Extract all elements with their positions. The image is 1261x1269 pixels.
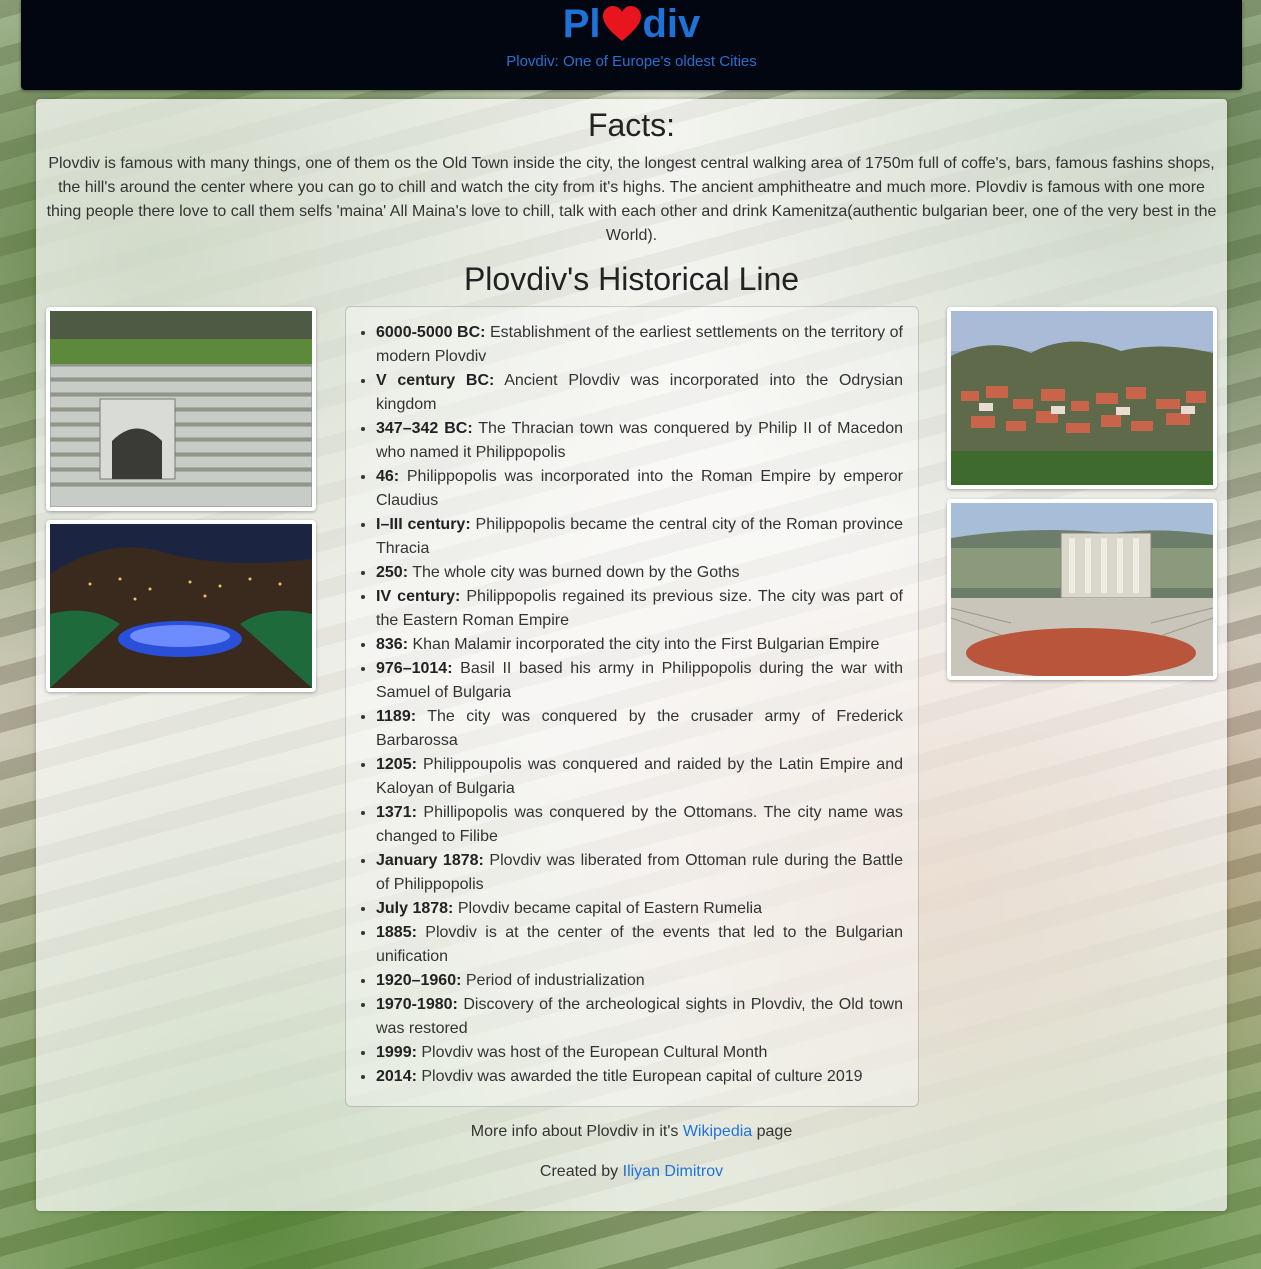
timeline-item: IV century: Philippopolis regained its p… <box>376 585 903 633</box>
timeline-event: Phillipopolis was conquered by the Ottom… <box>376 804 903 845</box>
logo-text-suffix: div <box>642 2 701 46</box>
created-by-line: Created by Iliyan Dimitrov <box>36 1163 1227 1181</box>
timeline-date: 836: <box>376 636 409 653</box>
timeline-event: Plovdiv was host of the European Cultura… <box>416 1044 768 1061</box>
heart-icon <box>602 5 642 43</box>
timeline-item: 250: The whole city was burned down by t… <box>376 561 903 585</box>
timeline-item: 1205: Philippoupolis was conquered and r… <box>376 753 903 801</box>
timeline-event: The whole city was burned down by the Go… <box>408 564 740 581</box>
timeline-item: 1999: Plovdiv was host of the European C… <box>376 1041 903 1065</box>
timeline-event: Plovdiv is at the center of the events t… <box>376 924 903 965</box>
site-subtitle: Plovdiv: One of Europe's oldest Cities <box>506 53 757 70</box>
timeline-date: 347–342 BC: <box>376 420 473 437</box>
timeline-item: 976–1014: Basil II based his army in Phi… <box>376 657 903 705</box>
timeline-item: 1970-1980: Discovery of the archeologica… <box>376 993 903 1041</box>
timeline-event: Philippoupolis was conquered and raided … <box>376 756 903 797</box>
history-timeline: 6000-5000 BC: Establishment of the earli… <box>345 306 919 1107</box>
timeline-event: Basil II based his army in Philippopolis… <box>376 660 903 701</box>
timeline-item: 1920–1960: Period of industrialization <box>376 969 903 993</box>
timeline-item: V century BC: Ancient Plovdiv was incorp… <box>376 369 903 417</box>
timeline-item: 1371: Phillipopolis was conquered by the… <box>376 801 903 849</box>
logo-text-prefix: Pl <box>562 2 601 46</box>
timeline-event: Philippopolis was incorporated into the … <box>376 468 903 509</box>
timeline-date: 46: <box>376 468 400 485</box>
timeline-date: I–III century: <box>376 516 471 533</box>
timeline-date: 2014: <box>376 1068 417 1085</box>
roman-theatre-photo <box>947 499 1217 680</box>
timeline-event: Plovdiv was awarded the title European c… <box>416 1068 863 1085</box>
timeline-date: 1920–1960: <box>376 972 462 989</box>
timeline-event: The city was conquered by the crusader a… <box>376 708 903 749</box>
timeline-date: 1189: <box>376 708 417 725</box>
timeline-date: 1371: <box>376 804 417 821</box>
facts-paragraph: Plovdiv is famous with many things, one … <box>46 155 1217 244</box>
amphitheatre-photo <box>46 307 316 511</box>
plovdiv-panorama-photo <box>947 307 1217 489</box>
history-heading: Plovdiv's Historical Line <box>463 261 800 297</box>
timeline-item: 1885: Plovdiv is at the center of the ev… <box>376 921 903 969</box>
timeline-item: 347–342 BC: The Thracian town was conque… <box>376 417 903 465</box>
timeline-item: January 1878: Plovdiv was liberated from… <box>376 849 903 897</box>
timeline-event: Plovdiv became capital of Eastern Rumeli… <box>453 900 762 917</box>
site-header: Pl div Plovdiv: One of Europe's oldest C… <box>21 0 1242 90</box>
timeline-item: 46: Philippopolis was incorporated into … <box>376 465 903 513</box>
singing-fountains-photo <box>46 520 316 692</box>
timeline-date: 6000-5000 BC: <box>376 324 486 341</box>
timeline-date: 250: <box>376 564 409 581</box>
created-by-prefix: Created by <box>539 1163 623 1180</box>
timeline-date: V century BC: <box>376 372 495 389</box>
timeline-item: 1189: The city was conquered by the crus… <box>376 705 903 753</box>
wikipedia-link[interactable]: Wikipedia <box>683 1123 752 1140</box>
timeline-list: 6000-5000 BC: Establishment of the earli… <box>346 321 918 1089</box>
main-content-panel: Facts: Plovdiv is famous with many thing… <box>36 99 1227 1211</box>
timeline-event: Khan Malamir incorporated the city into … <box>408 636 880 653</box>
more-info-prefix: More info about Plovdiv in it's <box>470 1123 683 1140</box>
timeline-date: 976–1014: <box>376 660 453 677</box>
timeline-item: I–III century: Philippopolis became the … <box>376 513 903 561</box>
facts-heading: Facts: <box>587 107 676 143</box>
timeline-date: 1205: <box>376 756 417 773</box>
timeline-date: January 1878: <box>376 852 484 869</box>
timeline-date: July 1878: <box>376 900 454 917</box>
site-logo: Pl div <box>563 2 701 46</box>
timeline-item: 6000-5000 BC: Establishment of the earli… <box>376 321 903 369</box>
timeline-item: 836: Khan Malamir incorporated the city … <box>376 633 903 657</box>
timeline-item: 2014: Plovdiv was awarded the title Euro… <box>376 1065 903 1089</box>
timeline-date: 1885: <box>376 924 417 941</box>
timeline-item: July 1878: Plovdiv became capital of Eas… <box>376 897 903 921</box>
timeline-event: Period of industrialization <box>461 972 645 989</box>
timeline-date: IV century: <box>376 588 461 605</box>
author-link[interactable]: Iliyan Dimitrov <box>623 1163 723 1180</box>
timeline-date: 1999: <box>376 1044 417 1061</box>
timeline-date: 1970-1980: <box>376 996 458 1013</box>
more-info-line: More info about Plovdiv in it's Wikipedi… <box>36 1123 1227 1141</box>
more-info-suffix: page <box>752 1123 793 1140</box>
